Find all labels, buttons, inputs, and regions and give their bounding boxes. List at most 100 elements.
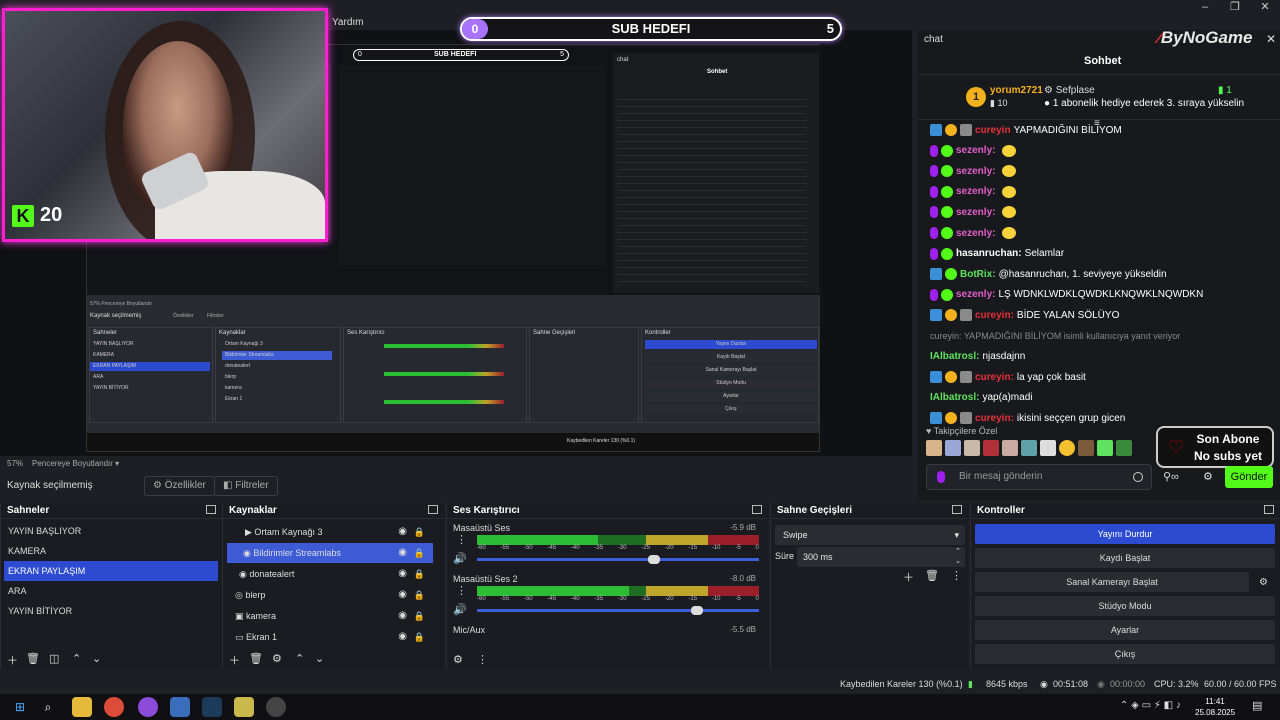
chat-username[interactable]: sezenly:: [956, 145, 995, 156]
add-icon[interactable]: ＋: [229, 652, 240, 668]
steam-icon[interactable]: [202, 697, 222, 717]
chat-username[interactable]: sezenly:: [956, 186, 995, 197]
chat-close-icon[interactable]: ✕: [1266, 32, 1276, 46]
chat-username[interactable]: cureyin: [975, 125, 1011, 136]
gear-icon[interactable]: ⚙: [272, 652, 282, 665]
search-icon[interactable]: ⌕: [38, 697, 58, 717]
chat-username[interactable]: sezenly:: [956, 228, 995, 239]
visibility-eye-icon[interactable]: ◉: [398, 522, 407, 542]
chat-username[interactable]: sezenly:: [956, 166, 995, 177]
control-button[interactable]: Sanal Kamerayı Başlat: [975, 572, 1249, 592]
scene-item[interactable]: KAMERA: [4, 541, 218, 561]
source-item[interactable]: ◉ donatealert ◉ 🔒: [227, 564, 433, 584]
move-down-icon[interactable]: ⌄: [315, 652, 324, 665]
control-button[interactable]: Yayını Durdur: [975, 524, 1275, 544]
emote[interactable]: [1002, 440, 1018, 456]
send-button[interactable]: Gönder: [1225, 466, 1273, 488]
windows-start-icon[interactable]: ⊞: [10, 697, 30, 717]
chat-input[interactable]: Bir mesaj gönderin: [926, 464, 1152, 490]
popout-icon[interactable]: [428, 505, 438, 514]
scene-item[interactable]: ARA: [4, 581, 218, 601]
move-down-icon[interactable]: ⌄: [92, 652, 101, 665]
lock-icon[interactable]: 🔒: [414, 522, 425, 542]
obs-icon[interactable]: [266, 697, 286, 717]
chat-username[interactable]: sezenly:: [956, 207, 995, 218]
popout-icon[interactable]: [952, 505, 962, 514]
chat-username[interactable]: hasanruchan:: [956, 248, 1022, 259]
scene-item[interactable]: EKRAN PAYLAŞIM: [4, 561, 218, 581]
emote[interactable]: [983, 440, 999, 456]
source-item[interactable]: ◎ blerp ◉ 🔒: [227, 585, 433, 605]
properties-button[interactable]: ⚙ Özellikler: [144, 476, 215, 496]
transition-menu-icon[interactable]: ⋮: [951, 569, 962, 582]
channel-menu-icon[interactable]: ⋮: [456, 533, 467, 546]
chat-username[interactable]: IAlbatrosl:: [930, 351, 979, 362]
lock-icon[interactable]: 🔒: [414, 543, 425, 563]
transition-select[interactable]: Swipe ▾: [775, 525, 965, 545]
notification-icon[interactable]: ▤: [1252, 699, 1262, 712]
channel-menu-icon[interactable]: ⋮: [456, 584, 467, 597]
emote[interactable]: [964, 440, 980, 456]
chrome-icon[interactable]: [104, 697, 124, 717]
speaker-icon[interactable]: 🔊: [453, 552, 467, 565]
emote[interactable]: [1040, 440, 1056, 456]
filters-button[interactable]: ◧ Filtreler: [214, 476, 278, 496]
emote[interactable]: [1059, 440, 1075, 456]
tray-icons[interactable]: ⌃ ◈ ▭ ⚡ ◧ ♪: [1120, 700, 1181, 711]
trash-icon[interactable]: 🗑: [249, 652, 263, 665]
chat-username[interactable]: cureyin:: [975, 372, 1014, 383]
add-icon[interactable]: ＋: [7, 652, 18, 668]
minimize-icon[interactable]: –: [1190, 0, 1220, 14]
chat-username[interactable]: sezenly:: [956, 289, 995, 300]
visibility-eye-icon[interactable]: ◉: [398, 606, 407, 626]
source-item[interactable]: ▭ Ekran 1 ◉ 🔒: [227, 627, 433, 647]
emote[interactable]: [1097, 440, 1113, 456]
source-item[interactable]: ▶ Ortam Kaynağı 3 ◉ 🔒: [227, 522, 433, 542]
close-icon[interactable]: ✕: [1250, 0, 1280, 14]
volume-knob[interactable]: [691, 606, 704, 615]
file-explorer-icon[interactable]: [72, 697, 92, 717]
trash-icon[interactable]: 🗑: [925, 569, 939, 582]
control-button[interactable]: Çıkış: [975, 644, 1275, 664]
links-icon[interactable]: ⚲∞: [1163, 470, 1179, 483]
lock-icon[interactable]: 🔒: [414, 564, 425, 584]
popout-icon[interactable]: [206, 505, 216, 514]
move-up-icon[interactable]: ⌃: [295, 652, 304, 665]
scene-item[interactable]: YAYIN BİTİYOR: [4, 601, 218, 621]
visibility-eye-icon[interactable]: ◉: [398, 543, 407, 563]
clock[interactable]: 11:41 25.08.2025: [1195, 696, 1235, 718]
maximize-icon[interactable]: ❐: [1220, 0, 1250, 14]
virtual-cam-settings-icon[interactable]: ⚙: [1259, 577, 1268, 588]
source-item[interactable]: ▣ kamera ◉ 🔒: [227, 606, 433, 626]
control-button[interactable]: Stüdyo Modu: [975, 596, 1275, 616]
lock-icon[interactable]: 🔒: [414, 606, 425, 626]
move-up-icon[interactable]: ⌃: [72, 652, 81, 665]
chat-username[interactable]: cureyin:: [975, 310, 1014, 321]
visibility-eye-icon[interactable]: ◉: [398, 585, 407, 605]
volume-slider[interactable]: [477, 606, 759, 615]
emote[interactable]: [1078, 440, 1094, 456]
trash-icon[interactable]: 🗑: [26, 652, 40, 665]
fit-to-window[interactable]: Pencereye Boyutlandır ▾: [32, 459, 119, 468]
speaker-icon[interactable]: 🔊: [453, 603, 467, 616]
chat-username[interactable]: BotRix:: [960, 269, 996, 280]
app2-icon[interactable]: [170, 697, 190, 717]
add-transition-icon[interactable]: ＋: [903, 569, 914, 585]
emote[interactable]: [1021, 440, 1037, 456]
scene-item[interactable]: YAYIN BAŞLIYOR: [4, 521, 218, 541]
volume-slider[interactable]: [477, 555, 759, 564]
app-icon[interactable]: [138, 697, 158, 717]
emoji-icon[interactable]: [1133, 472, 1143, 482]
chat-username[interactable]: IAlbatrosl:: [930, 392, 979, 403]
popout-icon[interactable]: [1264, 505, 1274, 514]
volume-knob[interactable]: [647, 555, 660, 564]
lock-icon[interactable]: 🔒: [414, 627, 425, 647]
visibility-eye-icon[interactable]: ◉: [398, 627, 407, 647]
chat-username[interactable]: cureyin:: [975, 413, 1014, 424]
mixer-settings-icon[interactable]: ⚙: [453, 653, 463, 666]
control-button[interactable]: Kaydı Başlat: [975, 548, 1275, 568]
lock-icon[interactable]: 🔒: [414, 585, 425, 605]
chat-settings-icon[interactable]: ⚙: [1203, 470, 1213, 483]
mixer-menu-icon[interactable]: ⋮: [477, 653, 488, 666]
app3-icon[interactable]: [234, 697, 254, 717]
